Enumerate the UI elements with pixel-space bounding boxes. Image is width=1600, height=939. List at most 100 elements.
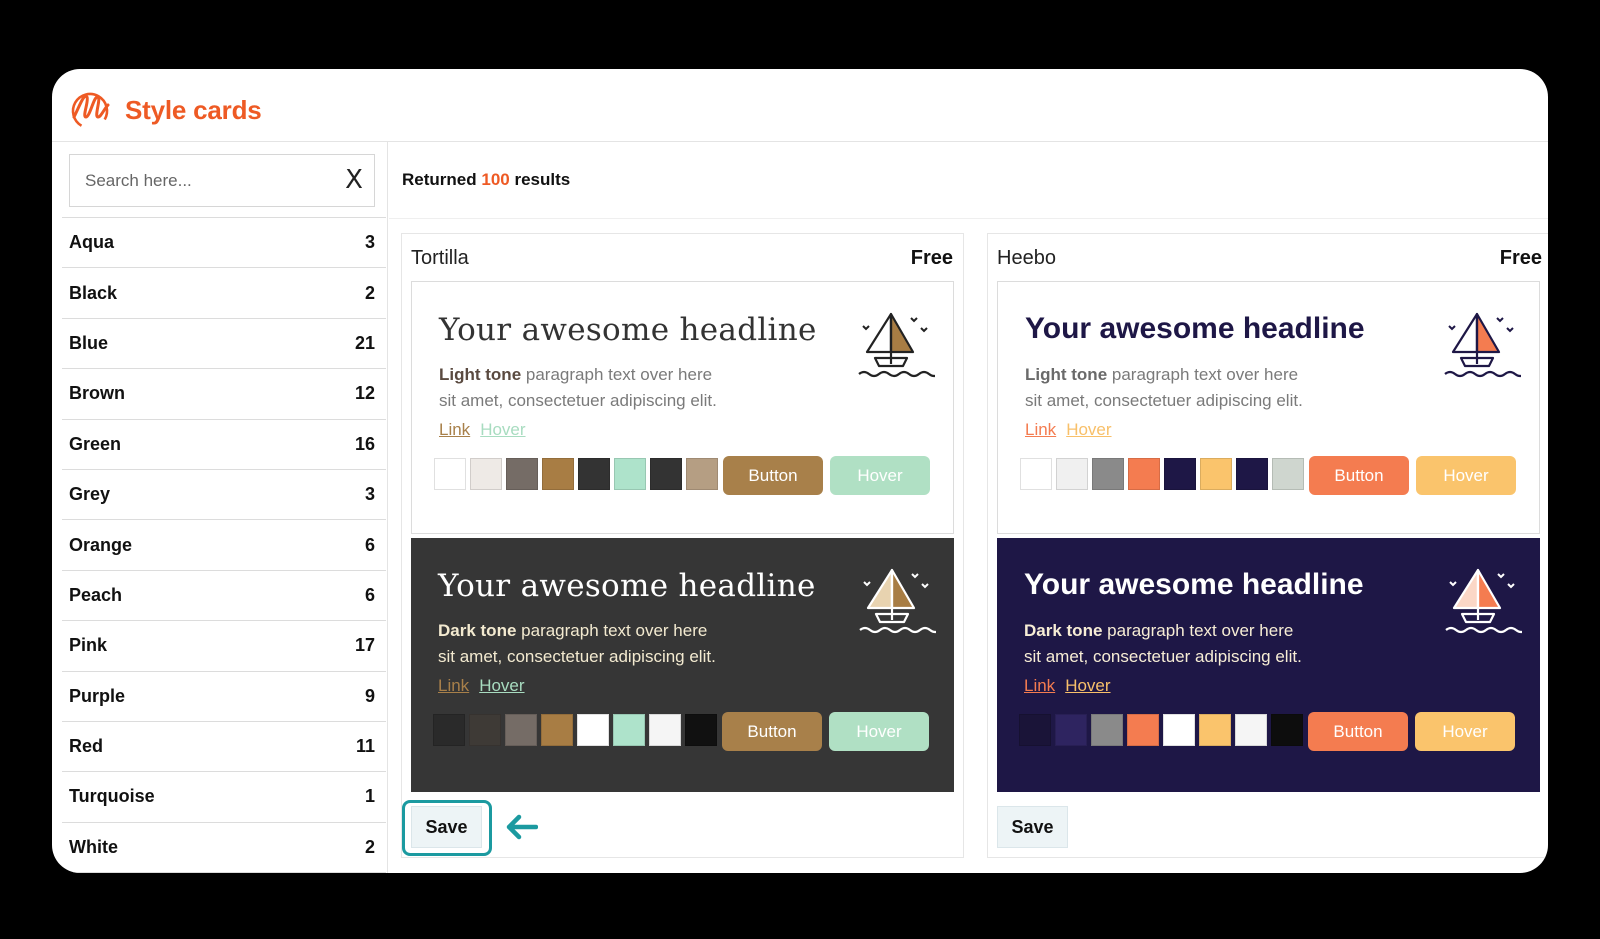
color-swatch xyxy=(1127,714,1159,746)
color-swatch xyxy=(1271,714,1303,746)
filter-item-aqua[interactable]: Aqua 3 xyxy=(62,218,386,269)
color-swatches xyxy=(1020,458,1304,490)
color-swatch xyxy=(1128,458,1160,490)
preview-hover-button[interactable]: Hover xyxy=(830,456,930,495)
color-swatch xyxy=(685,714,717,746)
color-swatch xyxy=(434,458,466,490)
light-preview-panel: Your awesome headline Light tone paragrap… xyxy=(997,281,1540,534)
filter-count: 9 xyxy=(364,685,375,706)
filter-item-pink[interactable]: Pink 17 xyxy=(62,621,386,672)
filter-count: 21 xyxy=(354,332,375,353)
preview-headline: Your awesome headline xyxy=(1025,312,1365,345)
results-prefix: Returned xyxy=(402,170,477,189)
filter-item-red[interactable]: Red 11 xyxy=(62,722,386,773)
preview-hover-button[interactable]: Hover xyxy=(1416,456,1516,495)
results-bar: Returned 100 results xyxy=(389,142,1548,219)
color-swatch xyxy=(1056,458,1088,490)
preview-hover-button[interactable]: Hover xyxy=(1415,712,1515,751)
color-swatch xyxy=(613,714,645,746)
clear-search-button[interactable]: X xyxy=(342,165,366,195)
preview-hover-link[interactable]: Hover xyxy=(1066,420,1111,439)
app-header: Style cards xyxy=(52,69,1548,142)
card-price: Free xyxy=(1499,247,1542,269)
color-swatch xyxy=(1091,714,1123,746)
filter-item-orange[interactable]: Orange 6 xyxy=(62,520,386,571)
sailboat-icon xyxy=(859,568,936,634)
color-swatch xyxy=(433,714,465,746)
preview-link[interactable]: Link xyxy=(1025,420,1056,439)
filter-label: White xyxy=(69,836,118,857)
color-swatches xyxy=(1019,714,1303,746)
filter-sidebar: X Aqua 3 Black2 Blue 21 Brown12Green16Grey3Or… xyxy=(52,142,388,873)
tone-label: Dark tone xyxy=(438,621,517,640)
preview-hover-link[interactable]: Hover xyxy=(479,676,524,695)
paragraph-line-2: sit amet, consectetuer adipiscing elit. xyxy=(439,391,717,410)
filter-count: 3 xyxy=(364,232,375,253)
color-swatch xyxy=(1200,458,1232,490)
preview-button[interactable]: Button xyxy=(722,712,822,751)
filter-item-purple[interactable]: Purple 9 xyxy=(62,672,386,722)
color-swatch xyxy=(614,458,646,490)
color-swatch xyxy=(1163,714,1195,746)
filter-item-brown[interactable]: Brown 12 xyxy=(62,369,386,420)
tone-label: Light tone xyxy=(1025,365,1108,384)
sailboat-icon xyxy=(1444,312,1521,378)
color-swatch xyxy=(470,458,502,490)
color-swatch xyxy=(1272,458,1304,490)
filter-count: 3 xyxy=(364,484,375,505)
filter-label: Aqua xyxy=(69,232,114,253)
preview-button[interactable]: Button xyxy=(1309,456,1409,495)
results-summary: Returned 100 results xyxy=(402,170,570,190)
filter-label: Purple xyxy=(69,685,126,706)
paragraph-line-1: paragraph text over here xyxy=(1107,621,1294,640)
filter-label: Red xyxy=(69,736,104,757)
search-input[interactable] xyxy=(70,155,330,206)
filter-item-white[interactable]: White 2 xyxy=(62,823,386,873)
color-swatches xyxy=(434,458,718,490)
filter-label: Black xyxy=(69,282,118,303)
sailboat-icon xyxy=(858,312,935,378)
filter-label: Blue xyxy=(69,332,109,353)
preview-links: Link Hover xyxy=(438,676,535,696)
preview-button[interactable]: Button xyxy=(723,456,823,495)
preview-hover-button[interactable]: Hover xyxy=(829,712,929,751)
tone-label: Dark tone xyxy=(1024,621,1103,640)
filter-item-green[interactable]: Green 16 xyxy=(62,420,386,470)
preview-button[interactable]: Button xyxy=(1308,712,1408,751)
save-button[interactable]: Save xyxy=(997,806,1068,848)
preview-links: Link Hover xyxy=(439,420,536,440)
color-filter-list: Aqua 3 Black 2 Blue 21 Brown 12 Green 16 Grey 3 Oran… xyxy=(62,217,386,873)
color-swatch xyxy=(649,714,681,746)
color-swatch xyxy=(541,714,573,746)
search-box: X xyxy=(69,154,375,207)
preview-headline: Your awesome headline xyxy=(1024,568,1364,601)
filter-item-black[interactable]: Black 2 xyxy=(62,268,386,319)
preview-links: Link Hover xyxy=(1025,420,1122,440)
filter-item-turquoise[interactable]: Turquoise 1 xyxy=(62,772,386,823)
brand-logo-icon xyxy=(71,92,110,130)
filter-count: 16 xyxy=(354,433,375,454)
preview-hover-link[interactable]: Hover xyxy=(1065,676,1110,695)
filter-item-peach[interactable]: Peach 6 xyxy=(62,571,386,622)
paragraph-line-2: sit amet, consectetuer adipiscing elit. xyxy=(438,647,716,666)
dark-preview-panel: Your awesome headline Dark tone paragraph… xyxy=(997,538,1540,792)
preview-link[interactable]: Link xyxy=(438,676,469,695)
color-swatch xyxy=(650,458,682,490)
filter-item-grey[interactable]: Grey 3 xyxy=(62,470,386,521)
card-price: Free xyxy=(910,247,953,269)
preview-paragraph: Light tone paragraph text over here sit a… xyxy=(1025,362,1303,414)
filter-count: 17 xyxy=(354,635,375,656)
filter-label: Peach xyxy=(69,584,123,605)
preview-link[interactable]: Link xyxy=(439,420,470,439)
color-swatch xyxy=(578,458,610,490)
color-swatch xyxy=(1164,458,1196,490)
preview-link[interactable]: Link xyxy=(1024,676,1055,695)
results-count: 100 xyxy=(481,170,510,189)
preview-headline: Your awesome headline xyxy=(439,312,817,348)
preview-headline: Your awesome headline xyxy=(438,568,816,604)
color-swatches xyxy=(433,714,717,746)
color-swatch xyxy=(505,714,537,746)
preview-paragraph: Dark tone paragraph text over here sit am… xyxy=(438,618,716,670)
preview-hover-link[interactable]: Hover xyxy=(480,420,525,439)
filter-item-blue[interactable]: Blue 21 xyxy=(62,319,386,370)
